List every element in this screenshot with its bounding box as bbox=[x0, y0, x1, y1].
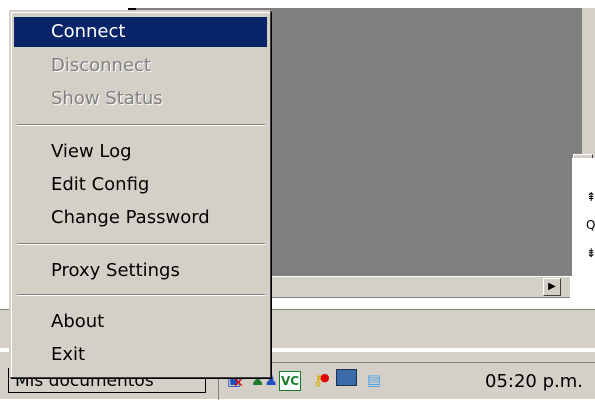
menu-separator bbox=[17, 243, 265, 245]
clock[interactable]: 05:20 p.m. bbox=[485, 371, 583, 392]
menu-item-edit-config[interactable]: Edit Config bbox=[14, 170, 267, 200]
system-tray: ▣ ✕ ♟♟ VC ⚷ ● ▤ 05:20 p.m. bbox=[218, 362, 595, 400]
menu-item-change-password[interactable]: Change Password bbox=[14, 203, 267, 233]
document-icon[interactable]: ▤ bbox=[363, 369, 385, 391]
menu-separator bbox=[17, 124, 265, 126]
move-up-icon[interactable]: ⇞ bbox=[586, 190, 595, 204]
horizontal-scrollbar[interactable] bbox=[270, 276, 570, 298]
search-icon[interactable]: Q bbox=[586, 218, 595, 232]
menu-item-connect[interactable]: Connect bbox=[14, 17, 267, 47]
menu-item-view-log[interactable]: View Log bbox=[14, 137, 267, 167]
menu-item-disconnect: Disconnect bbox=[51, 55, 151, 76]
vc-icon[interactable]: VC bbox=[279, 369, 301, 391]
menu-item-show-status: Show Status bbox=[51, 88, 163, 109]
menu-item-exit[interactable]: Exit bbox=[14, 340, 267, 370]
move-down-icon[interactable]: ⇟ bbox=[586, 246, 595, 260]
vertical-scrollbar-track[interactable] bbox=[582, 8, 595, 158]
monitor-icon[interactable] bbox=[335, 369, 357, 391]
key-icon[interactable]: ⚷ ● bbox=[307, 369, 330, 391]
menu-item-about[interactable]: About bbox=[14, 307, 267, 337]
side-panel: ⇞ Q ⇟ bbox=[572, 158, 595, 278]
context-menu: Connect Disconnect Show Status View Log … bbox=[9, 10, 270, 377]
scroll-right-button[interactable]: ▶ bbox=[543, 278, 561, 296]
menu-separator bbox=[17, 294, 265, 296]
menu-item-proxy-settings[interactable]: Proxy Settings bbox=[14, 256, 267, 286]
